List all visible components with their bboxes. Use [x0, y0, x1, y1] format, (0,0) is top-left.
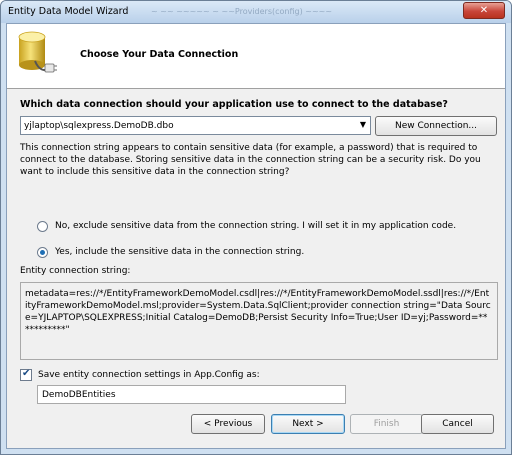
checkmark-icon: ✔	[22, 368, 31, 379]
save-settings-checkbox[interactable]: ✔	[20, 368, 32, 381]
data-connection-dropdown[interactable]: yjlaptop\sqlexpress.DemoDB.dbo ▼	[20, 116, 371, 135]
window-title: Entity Data Model Wizard	[8, 6, 129, 17]
chevron-down-icon[interactable]: ▼	[360, 120, 366, 129]
entity-connection-string-text: metadata=res://*/EntityFrameworkDemoMode…	[25, 289, 491, 335]
selected-connection-value: yjlaptop\sqlexpress.DemoDB.dbo	[24, 121, 174, 131]
save-settings-label[interactable]: Save entity connection settings in App.C…	[38, 370, 260, 380]
new-connection-button[interactable]: New Connection...	[375, 116, 497, 136]
wizard-window: Entity Data Model Wizard ~ ~~ ~~~~~ ~ ~~…	[0, 0, 512, 455]
connection-question-label: Which data connection should your applic…	[20, 99, 448, 110]
database-plug-icon	[18, 31, 57, 73]
next-button[interactable]: Next >	[271, 414, 345, 434]
title-bar[interactable]: Entity Data Model Wizard ~ ~~ ~~~~~ ~ ~~…	[1, 1, 511, 23]
cancel-button[interactable]: Cancel	[421, 414, 494, 434]
entities-name-input[interactable]: DemoDBEntities	[37, 385, 346, 404]
entity-connection-label: Entity connection string:	[20, 266, 131, 276]
entity-connection-string-box[interactable]: metadata=res://*/EntityFrameworkDemoMode…	[20, 282, 498, 360]
wizard-client-area: Choose Your Data Connection Which data c…	[6, 23, 506, 449]
close-button[interactable]: ✕	[463, 2, 505, 19]
entities-name-value: DemoDBEntities	[42, 390, 116, 400]
page-heading: Choose Your Data Connection	[80, 49, 239, 60]
sensitive-data-warning: This connection string appears to contai…	[20, 143, 481, 177]
background-window-title: ~ ~~ ~~~~~ ~ ~~Providers(config) ~~~~	[151, 7, 333, 16]
include-radio-label[interactable]: Yes, include the sensitive data in the c…	[55, 247, 304, 257]
wizard-header: Choose Your Data Connection	[7, 24, 505, 89]
exclude-radio[interactable]	[37, 221, 48, 232]
exclude-radio-label[interactable]: No, exclude sensitive data from the conn…	[55, 221, 456, 231]
finish-button[interactable]: Finish	[350, 414, 423, 434]
include-radio[interactable]	[37, 247, 48, 258]
previous-button[interactable]: < Previous	[191, 414, 265, 434]
